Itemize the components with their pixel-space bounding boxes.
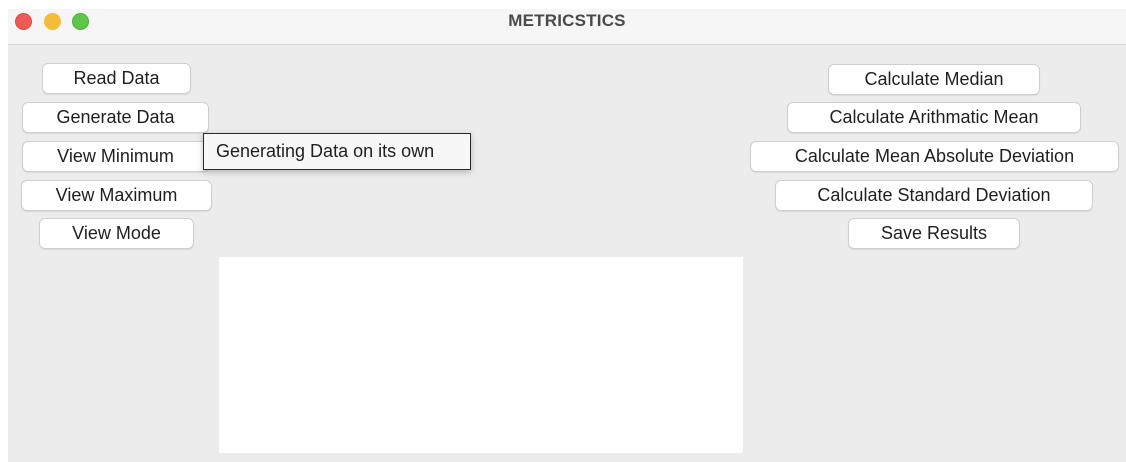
view-mode-button[interactable]: View Mode	[39, 218, 194, 249]
view-minimum-button[interactable]: View Minimum	[22, 141, 209, 172]
generate-data-tooltip: Generating Data on its own	[203, 133, 471, 170]
calculate-median-button[interactable]: Calculate Median	[828, 64, 1040, 95]
view-maximum-button[interactable]: View Maximum	[21, 180, 212, 211]
save-results-button[interactable]: Save Results	[848, 218, 1020, 249]
read-data-button[interactable]: Read Data	[42, 63, 191, 94]
calculate-standard-deviation-button[interactable]: Calculate Standard Deviation	[775, 180, 1093, 211]
app-window: METRICSTICS Read Data Generate Data View…	[8, 9, 1126, 462]
output-text-area[interactable]	[219, 257, 743, 453]
generate-data-button[interactable]: Generate Data	[22, 102, 209, 133]
window-title: METRICSTICS	[508, 11, 626, 30]
calculate-mean-absolute-deviation-button[interactable]: Calculate Mean Absolute Deviation	[750, 141, 1119, 172]
title-bar: METRICSTICS	[8, 9, 1126, 45]
calculate-arithmetic-mean-button[interactable]: Calculate Arithmatic Mean	[787, 102, 1081, 133]
